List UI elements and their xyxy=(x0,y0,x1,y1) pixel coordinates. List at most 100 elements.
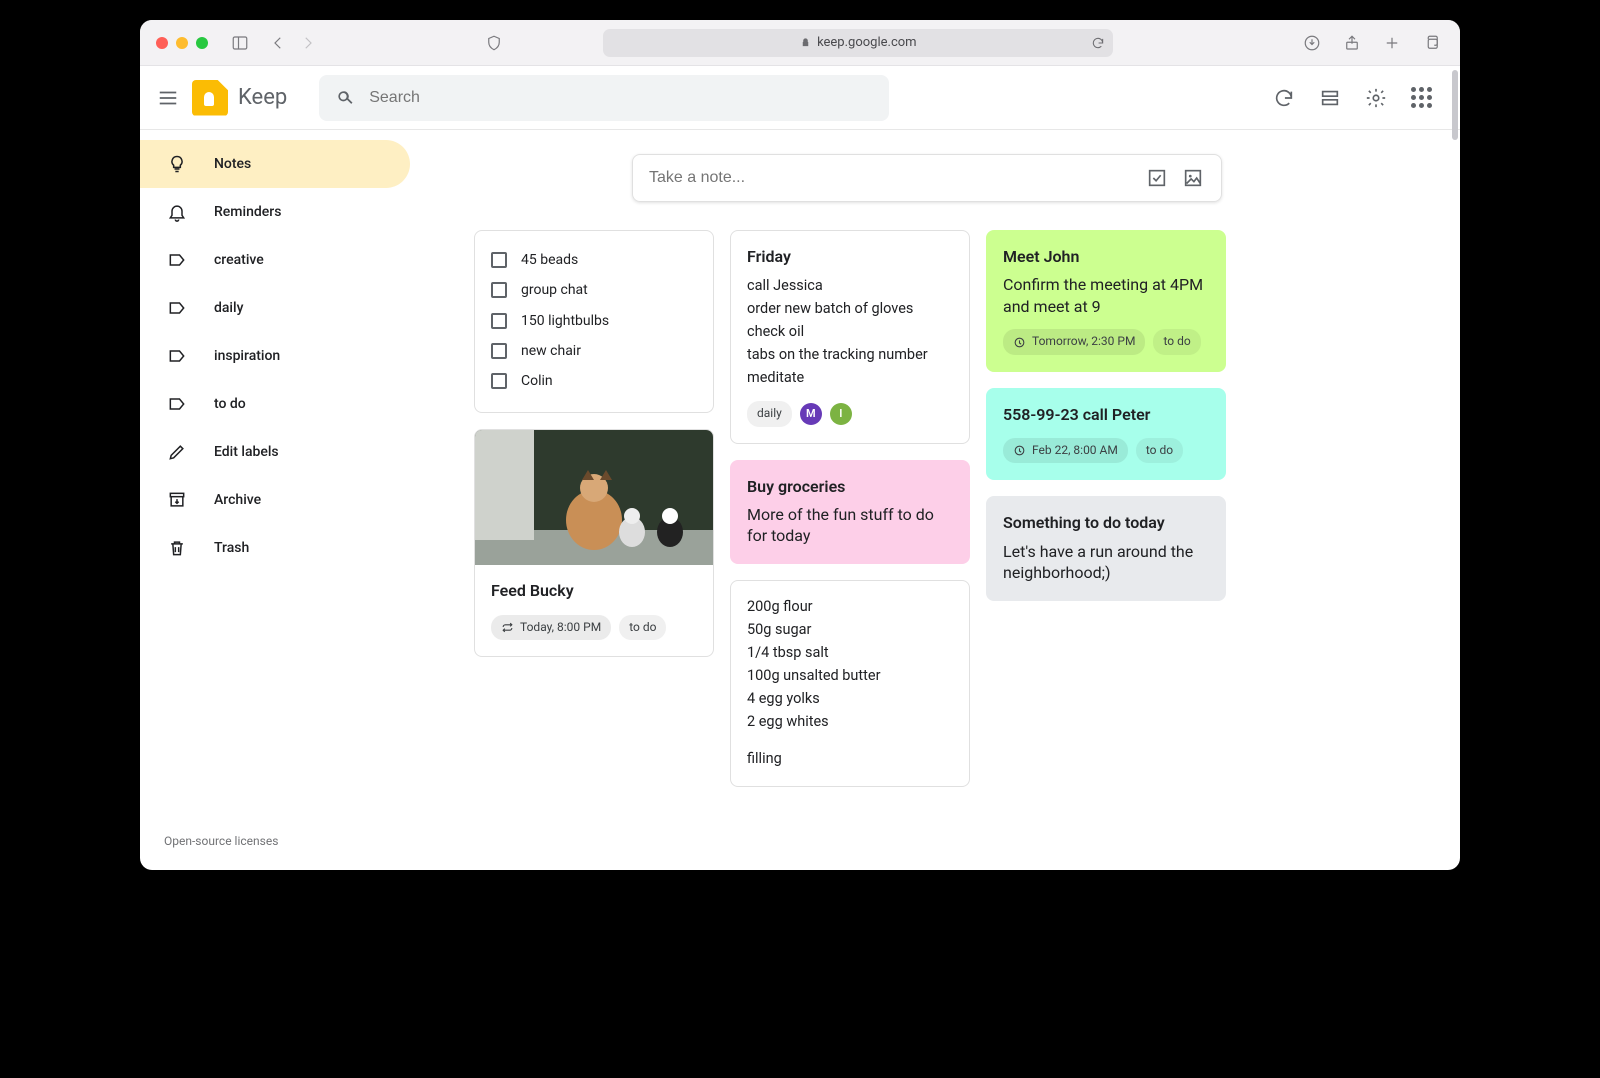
pencil-icon xyxy=(166,441,188,463)
sidebar-item-inspiration[interactable]: inspiration xyxy=(140,332,410,380)
sidebar-item-label: Edit labels xyxy=(214,444,279,460)
sidebar-item-label: Reminders xyxy=(214,204,281,220)
clock-icon xyxy=(1013,336,1026,349)
address-bar[interactable]: keep.google.com xyxy=(603,29,1113,57)
new-image-note-icon[interactable] xyxy=(1181,166,1205,190)
checkbox-icon[interactable] xyxy=(491,252,507,268)
checklist-item: group chat xyxy=(521,280,588,300)
sidebar-item-archive[interactable]: Archive xyxy=(140,476,410,524)
share-icon[interactable] xyxy=(1340,31,1364,55)
sidebar-item-label: daily xyxy=(214,300,243,316)
take-a-note-box[interactable] xyxy=(632,154,1222,202)
sidebar-item-label: Trash xyxy=(214,540,249,556)
take-a-note-input[interactable] xyxy=(649,169,1133,187)
reminder-chip[interactable]: Tomorrow, 2:30 PM xyxy=(1003,329,1145,354)
note-body: Confirm the meeting at 4PM and meet at 9 xyxy=(1003,274,1209,317)
sidebar-item-todo[interactable]: to do xyxy=(140,380,410,428)
note-card[interactable]: Feed Bucky Today, 8:00 PM to do xyxy=(474,429,714,657)
sidebar-item-edit-labels[interactable]: Edit labels xyxy=(140,428,410,476)
reminder-chip[interactable]: Feb 22, 8:00 AM xyxy=(1003,438,1128,463)
google-apps-button[interactable] xyxy=(1411,87,1432,108)
tabs-overview-icon[interactable] xyxy=(1420,31,1444,55)
fullscreen-window-button[interactable] xyxy=(196,37,208,49)
label-chip[interactable]: to do xyxy=(1136,438,1183,463)
note-body: Let's have a run around the neighborhood… xyxy=(1003,541,1209,584)
sidebar-item-label: to do xyxy=(214,396,246,412)
search-box[interactable] xyxy=(319,75,889,121)
sidebar-item-daily[interactable]: daily xyxy=(140,284,410,332)
back-button[interactable] xyxy=(266,31,290,55)
minimize-window-button[interactable] xyxy=(176,37,188,49)
checkbox-icon[interactable] xyxy=(491,313,507,329)
note-card[interactable]: Meet John Confirm the meeting at 4PM and… xyxy=(986,230,1226,372)
browser-window: keep.google.com Keep xyxy=(140,20,1460,870)
checkbox-icon[interactable] xyxy=(491,373,507,389)
browser-toolbar: keep.google.com xyxy=(140,20,1460,66)
note-title: Friday xyxy=(747,245,953,268)
reload-icon[interactable] xyxy=(1091,36,1105,50)
label-icon xyxy=(166,393,188,415)
new-list-icon[interactable] xyxy=(1145,166,1169,190)
note-card[interactable]: 200g flour 50g sugar 1/4 tbsp salt 100g … xyxy=(730,580,970,787)
label-icon xyxy=(166,345,188,367)
close-window-button[interactable] xyxy=(156,37,168,49)
label-chip[interactable]: daily xyxy=(747,401,792,426)
note-card[interactable]: Friday call Jessica order new batch of g… xyxy=(730,230,970,444)
list-view-button[interactable] xyxy=(1319,87,1341,109)
note-title: Feed Bucky xyxy=(491,579,697,602)
note-title: Something to do today xyxy=(1003,511,1209,534)
checkbox-icon[interactable] xyxy=(491,343,507,359)
sidebar: Notes Reminders creative daily inspirati… xyxy=(140,130,430,870)
note-card[interactable]: 558-99-23 call Peter Feb 22, 8:00 AM to … xyxy=(986,388,1226,481)
checkbox-icon[interactable] xyxy=(491,282,507,298)
note-title: 558-99-23 call Peter xyxy=(1003,403,1209,426)
archive-icon xyxy=(166,489,188,511)
lock-icon xyxy=(800,37,811,48)
sidebar-item-label: creative xyxy=(214,252,264,268)
main-menu-button[interactable] xyxy=(156,86,180,110)
checklist-item: 150 lightbulbs xyxy=(521,311,609,331)
forward-button[interactable] xyxy=(296,31,320,55)
search-icon xyxy=(335,88,355,108)
note-image xyxy=(475,430,713,565)
sidebar-item-label: Notes xyxy=(214,156,251,172)
label-chip[interactable]: to do xyxy=(619,615,666,640)
collaborator-avatar[interactable]: I xyxy=(830,403,852,425)
note-card[interactable]: Something to do today Let's have a run a… xyxy=(986,496,1226,600)
collaborator-avatar[interactable]: M xyxy=(800,403,822,425)
note-card[interactable]: 45 beads group chat 150 lightbulbs new c… xyxy=(474,230,714,413)
sidebar-item-label: Archive xyxy=(214,492,261,508)
bell-icon xyxy=(166,201,188,223)
notes-area: 45 beads group chat 150 lightbulbs new c… xyxy=(430,130,1460,870)
label-icon xyxy=(166,249,188,271)
reminder-chip[interactable]: Today, 8:00 PM xyxy=(491,615,611,640)
clock-icon xyxy=(1013,444,1026,457)
sidebar-item-creative[interactable]: creative xyxy=(140,236,410,284)
open-source-licenses-link[interactable]: Open-source licenses xyxy=(164,834,278,848)
downloads-icon[interactable] xyxy=(1300,31,1324,55)
shield-icon[interactable] xyxy=(482,31,506,55)
sidebar-toggle-icon[interactable] xyxy=(228,31,252,55)
note-card[interactable]: Buy groceries More of the fun stuff to d… xyxy=(730,460,970,564)
repeat-icon xyxy=(501,621,514,634)
sidebar-item-notes[interactable]: Notes xyxy=(140,140,410,188)
label-icon xyxy=(166,297,188,319)
note-title: Buy groceries xyxy=(747,475,953,498)
trash-icon xyxy=(166,537,188,559)
keep-logo-icon xyxy=(192,80,228,116)
app-title: Keep xyxy=(238,85,287,110)
sidebar-item-reminders[interactable]: Reminders xyxy=(140,188,410,236)
checklist-item: Colin xyxy=(521,371,553,391)
url-text: keep.google.com xyxy=(817,35,917,50)
note-title: Meet John xyxy=(1003,245,1209,268)
label-chip[interactable]: to do xyxy=(1153,329,1200,354)
lightbulb-icon xyxy=(166,153,188,175)
window-controls xyxy=(156,37,208,49)
app-header: Keep xyxy=(140,66,1460,130)
search-input[interactable] xyxy=(369,89,873,107)
sidebar-item-trash[interactable]: Trash xyxy=(140,524,410,572)
sidebar-item-label: inspiration xyxy=(214,348,280,364)
new-tab-icon[interactable] xyxy=(1380,31,1404,55)
settings-button[interactable] xyxy=(1365,87,1387,109)
refresh-button[interactable] xyxy=(1273,87,1295,109)
